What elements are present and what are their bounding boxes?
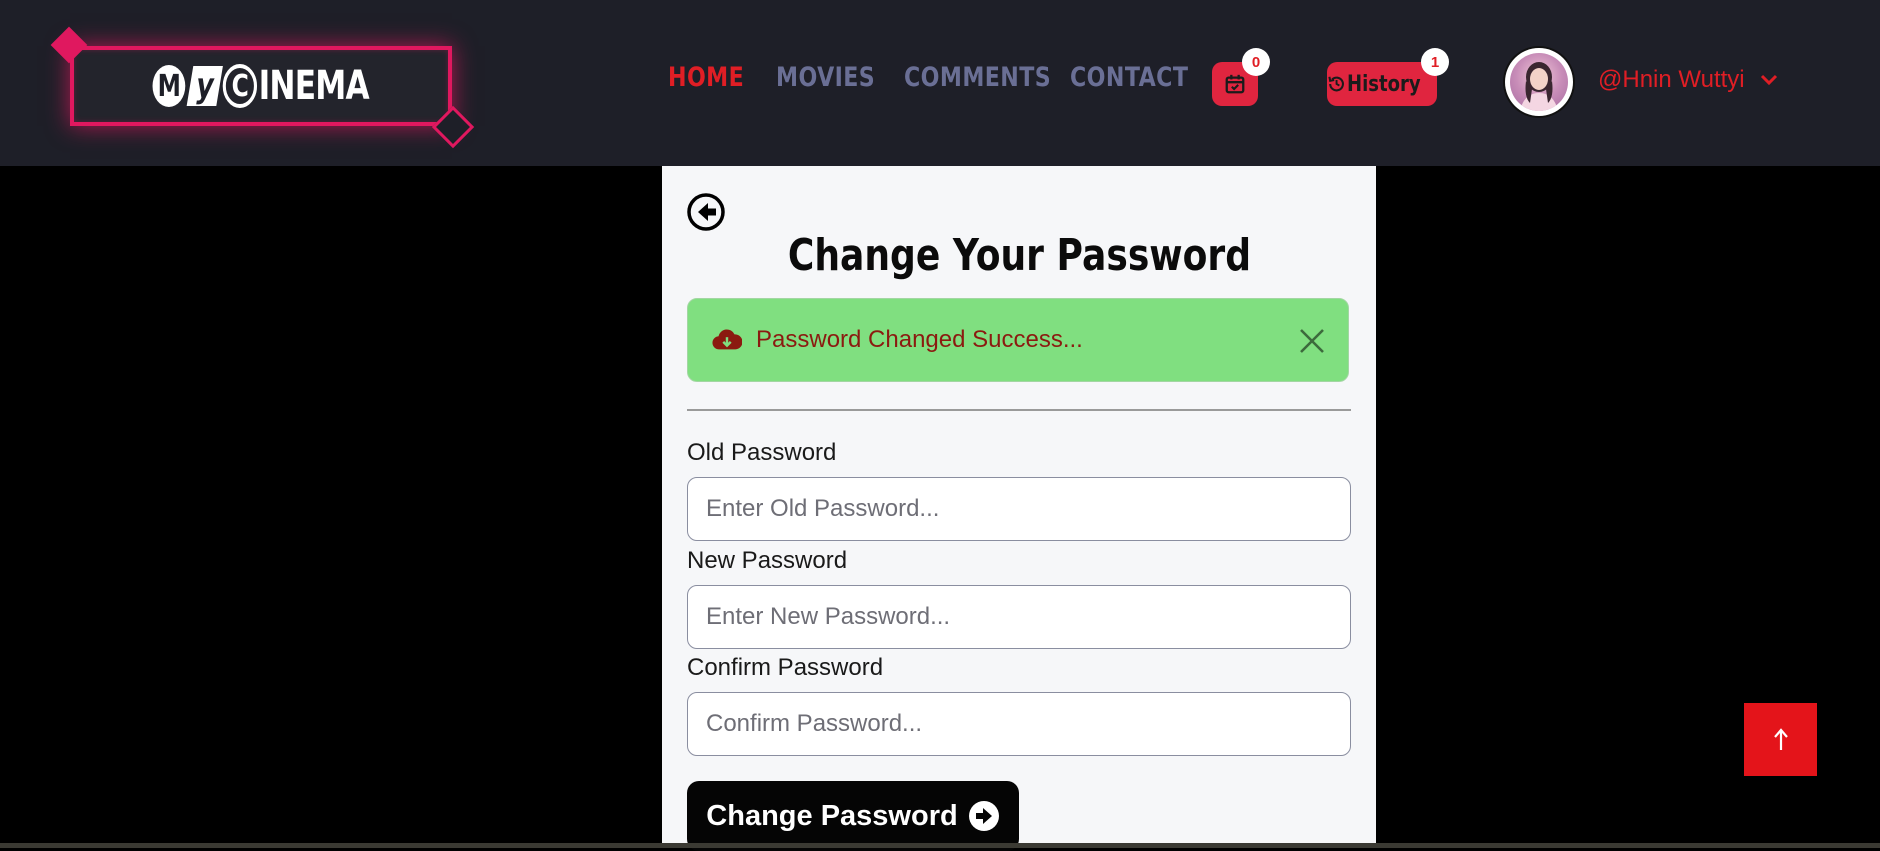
close-icon[interactable] — [1298, 327, 1326, 355]
top-navbar: M y C INEMA HOME MOVIES COMMENTS CONTACT… — [0, 0, 1880, 166]
logo-diamond-outline-decoration — [431, 105, 475, 149]
arrow-right-circle-icon — [968, 801, 999, 831]
history-button[interactable]: History 1 — [1327, 48, 1449, 106]
page-bottom-edge — [0, 843, 1880, 848]
confirm-password-input[interactable] — [687, 692, 1351, 756]
change-password-card: Change Your Password Password Changed Su… — [662, 166, 1376, 851]
logo-letter-c: C — [222, 64, 258, 108]
booking-count-badge: 0 — [1242, 48, 1270, 76]
user-name-label: @Hnin Wuttyi — [1598, 66, 1745, 93]
history-count-badge: 1 — [1421, 48, 1449, 76]
calendar-check-icon — [1225, 74, 1245, 94]
avatar-image — [1510, 53, 1568, 111]
site-logo[interactable]: M y C INEMA — [50, 26, 475, 149]
logo-wordmark: INEMA — [258, 63, 370, 109]
confirm-password-label: Confirm Password — [687, 654, 884, 681]
page-title: Change Your Password — [662, 230, 1376, 281]
old-password-input[interactable] — [687, 477, 1351, 541]
chevron-down-icon — [1760, 74, 1777, 86]
nav-link-movies[interactable]: MOVIES — [776, 62, 875, 93]
change-password-button-label: Change Password — [706, 799, 958, 832]
success-alert: Password Changed Success... — [687, 298, 1349, 382]
booking-button[interactable]: 0 — [1212, 48, 1270, 106]
new-password-label: New Password — [687, 547, 848, 574]
user-menu[interactable]: @Hnin Wuttyi — [1598, 66, 1779, 94]
change-password-button[interactable]: Change Password — [687, 781, 1019, 851]
nav-link-home[interactable]: HOME — [668, 62, 744, 93]
logo-letter-m: M — [152, 65, 186, 107]
logo-letter-y: y — [186, 66, 224, 106]
avatar-portrait-icon — [1520, 62, 1558, 111]
logo-text: M y C INEMA — [152, 63, 370, 109]
user-avatar[interactable] — [1505, 48, 1573, 116]
new-password-input[interactable] — [687, 585, 1351, 649]
history-icon — [1328, 76, 1344, 92]
form-divider — [687, 409, 1351, 411]
arrow-up-icon — [1773, 727, 1788, 750]
arrow-left-circle-icon[interactable] — [686, 192, 726, 232]
old-password-label: Old Password — [687, 439, 837, 466]
scroll-to-top-button[interactable] — [1744, 703, 1817, 776]
logo-diamond-decoration — [50, 26, 88, 64]
nav-link-comments[interactable]: COMMENTS — [904, 62, 1051, 93]
nav-link-contact[interactable]: CONTACT — [1070, 62, 1188, 93]
page-title-text: Change Your Password — [787, 230, 1251, 281]
cloud-download-icon — [712, 329, 742, 350]
alert-message: Password Changed Success... — [756, 326, 1083, 353]
history-label: History — [1347, 71, 1421, 97]
